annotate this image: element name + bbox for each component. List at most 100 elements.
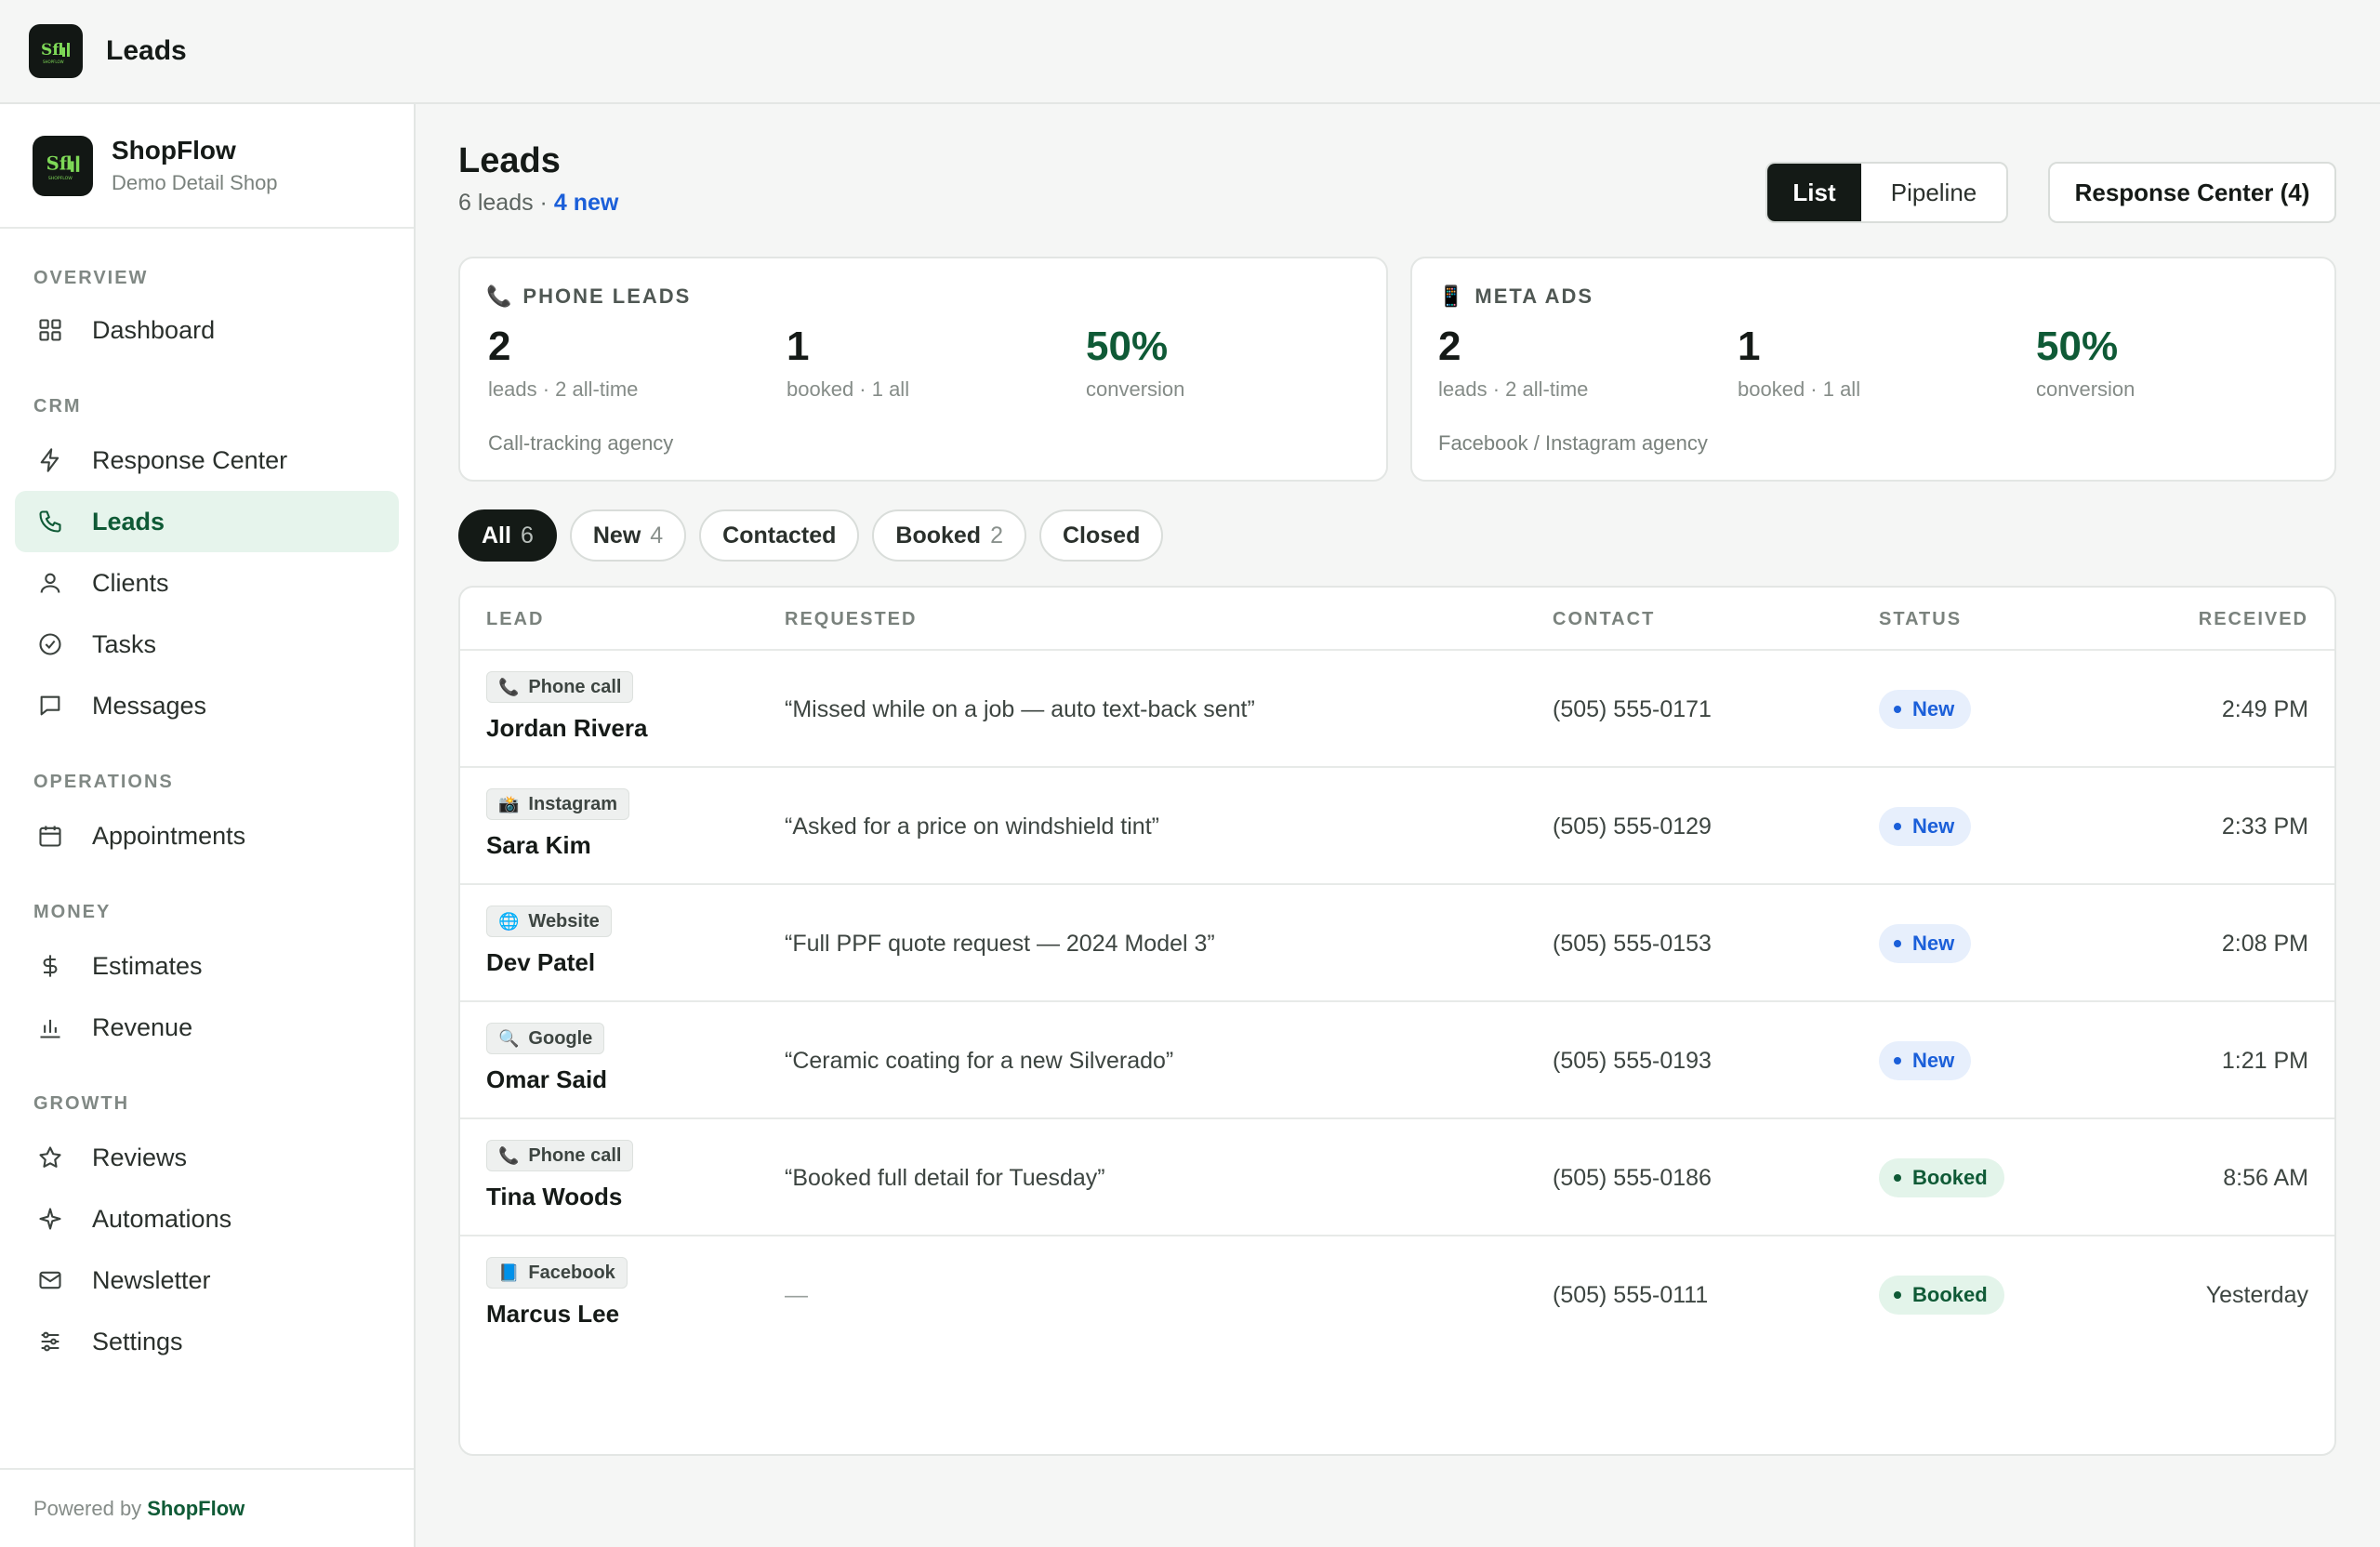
sidebar-item-appointments[interactable]: Appointments <box>15 805 399 866</box>
source-label: Google <box>528 1027 593 1049</box>
table-row[interactable]: 🌐 Website Dev Patel “Full PPF quote reque… <box>460 885 2334 1002</box>
status-filters: All 6 New 4 Contacted Booked 2 Closed <box>458 509 1164 562</box>
brand-block[interactable]: Sfl SHOPFLOW ShopFlow Demo Detail Shop <box>0 104 414 229</box>
lead-name[interactable]: Dev Patel <box>486 948 595 977</box>
view-pipeline-button[interactable]: Pipeline <box>1861 164 2006 221</box>
lead-name[interactable]: Marcus Lee <box>486 1300 619 1329</box>
sidebar-item-tasks[interactable]: Tasks <box>15 614 399 675</box>
source-label: Website <box>528 910 600 932</box>
metric-value: 1 <box>787 324 810 369</box>
status-badge: New <box>1879 1041 1972 1080</box>
leads-table: LEAD REQUESTED CONTACT STATUS RECEIVED 📞… <box>458 586 2336 1456</box>
lead-name[interactable]: Sara Kim <box>486 831 591 860</box>
lead-received: 1:21 PM <box>2221 1047 2308 1074</box>
filter-label: Booked <box>895 522 982 549</box>
lead-contact[interactable]: (505) 555-0193 <box>1553 1002 1712 1119</box>
powered-by: Powered by ShopFlow <box>0 1468 414 1547</box>
powered-by-brand[interactable]: ShopFlow <box>147 1497 245 1521</box>
phone-icon <box>35 507 65 536</box>
status-badge: Booked <box>1879 1158 2004 1197</box>
lead-received: 2:08 PM <box>2221 930 2308 957</box>
sidebar-item-estimates[interactable]: Estimates <box>15 935 399 997</box>
status-dot <box>1894 1174 1901 1182</box>
source-label: Instagram <box>528 793 618 814</box>
sidebar-item-settings[interactable]: Settings <box>15 1311 399 1372</box>
sidebar-item-revenue[interactable]: Revenue <box>15 997 399 1058</box>
column-header-received[interactable]: RECEIVED <box>2199 588 2308 651</box>
card-title: META ADS <box>1474 284 1594 308</box>
card-footer: Facebook / Instagram agency <box>1438 431 1708 455</box>
brand-name: ShopFlow <box>112 136 236 165</box>
column-header-contact[interactable]: CONTACT <box>1553 588 1655 651</box>
filter-contacted[interactable]: Contacted <box>699 509 860 562</box>
calendar-icon <box>35 821 65 851</box>
card-header: 📱 META ADS <box>1438 284 1593 309</box>
column-header-requested[interactable]: REQUESTED <box>785 588 917 651</box>
metric-leads: 2 leads · 2 all-time <box>488 324 638 402</box>
filter-all[interactable]: All 6 <box>458 509 557 562</box>
lead-contact[interactable]: (505) 555-0153 <box>1553 885 1712 1002</box>
phone-icon: 📞 <box>486 284 512 308</box>
status-badge: New <box>1879 807 1972 846</box>
view-list-button[interactable]: List <box>1767 164 1861 221</box>
lead-name[interactable]: Omar Said <box>486 1065 607 1094</box>
status-dot <box>1894 1291 1901 1299</box>
sidebar-item-response-center[interactable]: Response Center <box>15 430 399 491</box>
sidebar-item-dashboard[interactable]: Dashboard <box>15 299 399 361</box>
filter-booked[interactable]: Booked 2 <box>872 509 1026 562</box>
lead-contact[interactable]: (505) 555-0171 <box>1553 651 1712 768</box>
sidebar-item-messages[interactable]: Messages <box>15 675 399 736</box>
status-label: New <box>1912 1049 1955 1072</box>
table-row[interactable]: 🔍 Google Omar Said “Ceramic coating for a… <box>460 1002 2334 1119</box>
sidebar-item-reviews[interactable]: Reviews <box>15 1127 399 1188</box>
main-content: Leads 6 leads · 4 new List Pipeline Resp… <box>416 104 2380 1547</box>
new-leads-link[interactable]: 4 new <box>554 190 618 216</box>
page-subtitle: 6 leads · 4 new <box>458 190 618 217</box>
nav-section-operations: OPERATIONS <box>33 771 174 792</box>
sidebar-item-newsletter[interactable]: Newsletter <box>15 1250 399 1311</box>
nav-section-overview: OVERVIEW <box>33 267 149 288</box>
lead-name[interactable]: Tina Woods <box>486 1183 622 1211</box>
status-badge: Booked <box>1879 1276 2004 1315</box>
column-header-lead[interactable]: LEAD <box>486 588 544 651</box>
table-row[interactable]: 📞 Phone call Tina Woods “Booked full deta… <box>460 1119 2334 1236</box>
sidebar-item-label: Revenue <box>92 1012 193 1041</box>
filter-label: Contacted <box>722 522 837 549</box>
sparkle-icon <box>35 1204 65 1234</box>
lead-name[interactable]: Jordan Rivera <box>486 714 647 743</box>
source-label: Phone call <box>528 1144 622 1166</box>
status-dot <box>1894 823 1901 830</box>
sidebar-item-label: Automations <box>92 1204 232 1233</box>
metric-caption: conversion <box>2036 377 2135 401</box>
sidebar-item-clients[interactable]: Clients <box>15 552 399 614</box>
sidebar-item-leads[interactable]: Leads <box>15 491 399 552</box>
sidebar-item-automations[interactable]: Automations <box>15 1188 399 1250</box>
source-badge: 📞 Phone call <box>486 671 634 703</box>
svg-text:SHOPFLOW: SHOPFLOW <box>47 176 72 181</box>
svg-text:SHOPFLOW: SHOPFLOW <box>43 60 64 64</box>
sidebar-item-label: Clients <box>92 568 169 597</box>
filter-closed[interactable]: Closed <box>1039 509 1164 562</box>
sidebar-item-label: Response Center <box>92 445 288 474</box>
powered-by-prefix: Powered by <box>33 1496 142 1520</box>
lead-contact[interactable]: (505) 555-0186 <box>1553 1119 1712 1236</box>
lead-contact[interactable]: (505) 555-0111 <box>1553 1236 1708 1354</box>
filter-new[interactable]: New 4 <box>569 509 687 562</box>
sidebar-item-label: Leads <box>92 507 165 536</box>
top-bar: Sfl SHOPFLOW Leads <box>0 0 2380 104</box>
response-center-button[interactable]: Response Center (4) <box>2048 162 2336 223</box>
source-label: Phone call <box>528 676 622 697</box>
filter-count: 6 <box>520 522 534 549</box>
metric-booked: 1 booked · 1 all <box>1738 324 1860 402</box>
metric-value: 2 <box>1438 324 1461 369</box>
card-title: PHONE LEADS <box>522 284 692 308</box>
table-row[interactable]: 📘 Facebook Marcus Lee — (505) 555-0111 Bo… <box>460 1236 2334 1354</box>
column-header-status[interactable]: STATUS <box>1879 588 1962 651</box>
sliders-icon <box>35 1327 65 1356</box>
source-badge: 📸 Instagram <box>486 788 630 820</box>
page-title: Leads <box>458 141 561 180</box>
lead-contact[interactable]: (505) 555-0129 <box>1553 768 1712 885</box>
table-row[interactable]: 📸 Instagram Sara Kim “Asked for a price o… <box>460 768 2334 885</box>
table-row[interactable]: 📞 Phone call Jordan Rivera “Missed while … <box>460 651 2334 768</box>
metric-caption: conversion <box>1086 377 1185 401</box>
